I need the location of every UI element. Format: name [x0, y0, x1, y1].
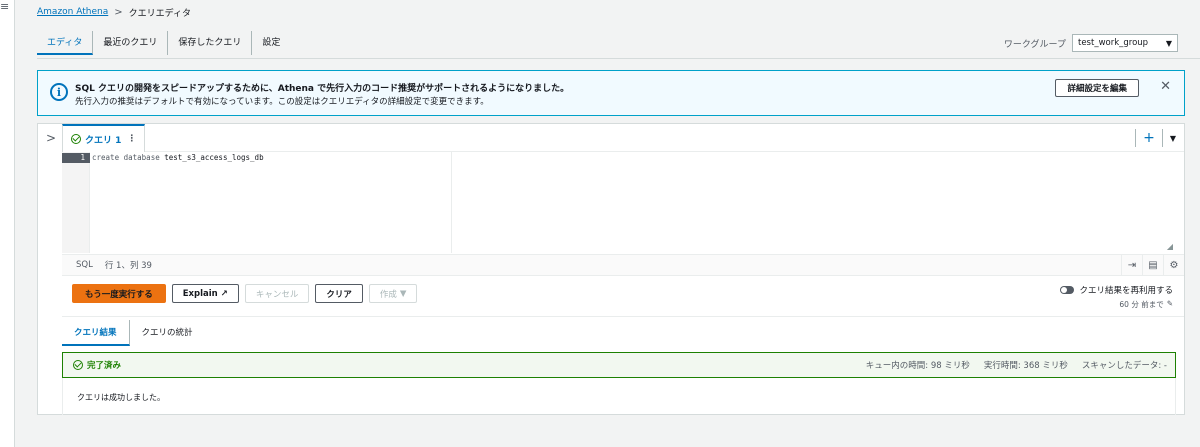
query-metrics: キュー内の時間: 98 ミリ秒 実行時間: 368 ミリ秒 スキャンしたデータ:…: [866, 359, 1167, 371]
tab-query-results[interactable]: クエリ結果: [62, 320, 130, 346]
line-number: 1: [62, 153, 90, 163]
sql-code-editor[interactable]: 1 create database test_s3_access_logs_db…: [62, 152, 1175, 253]
tab-saved-queries[interactable]: 保存したクエリ: [168, 31, 253, 55]
breadcrumb: Amazon Athena > クエリエディタ: [37, 6, 191, 19]
breadcrumb-current: クエリエディタ: [128, 8, 191, 19]
query-tab-1[interactable]: クエリ 1 ⋮: [62, 124, 146, 152]
query-tab-label: クエリ 1: [85, 135, 122, 146]
external-link-icon: ↗: [220, 288, 228, 299]
reuse-results-age: 60 分 前まで: [1119, 300, 1164, 309]
check-circle-icon: [73, 360, 83, 370]
sql-keyword: create database: [92, 153, 160, 162]
format-query-icon[interactable]: ⇥: [1121, 255, 1142, 276]
breadcrumb-root-link[interactable]: Amazon Athena: [37, 7, 108, 17]
run-time: 実行時間: 368 ミリ秒: [983, 361, 1068, 371]
data-scanned: スキャンしたデータ: -: [1081, 361, 1167, 371]
run-again-button[interactable]: もう一度実行する: [72, 284, 166, 303]
gear-icon[interactable]: ⚙: [1163, 255, 1184, 276]
editor-tool-icons: ⇥ ▤ ⚙: [1121, 255, 1184, 277]
workgroup-select[interactable]: test_work_group ▼: [1072, 34, 1178, 52]
query-status-bar: 完了済み キュー内の時間: 98 ミリ秒 実行時間: 368 ミリ秒 スキャンし…: [62, 352, 1176, 378]
main-content: Amazon Athena > クエリエディタ エディタ 最近のクエリ 保存した…: [15, 0, 1200, 447]
editor-status-bar: SQL 行 1、列 39 ⇥ ▤ ⚙: [62, 254, 1184, 276]
line-number-gutter: 1: [62, 152, 90, 253]
resize-handle-icon[interactable]: ◢: [1167, 242, 1173, 251]
main-tabs: エディタ 最近のクエリ 保存したクエリ 設定: [37, 30, 290, 56]
tab-editor[interactable]: エディタ: [37, 31, 94, 55]
queue-time: キュー内の時間: 98 ミリ秒: [865, 361, 970, 371]
clear-button[interactable]: クリア: [315, 284, 363, 303]
workgroup-label: ワークグループ: [1003, 39, 1066, 50]
query-actions: もう一度実行する Explain ↗ キャンセル クリア 作成 ▼: [72, 284, 418, 303]
sql-identifier: test_s3_access_logs_db: [164, 153, 264, 162]
explain-label: Explain: [182, 288, 218, 299]
editor-language: SQL: [76, 260, 93, 270]
add-query-tab-icon[interactable]: +: [1135, 129, 1163, 147]
result-tabs: クエリ結果 クエリの統計: [62, 320, 205, 346]
print-margin: [451, 152, 452, 253]
close-icon[interactable]: ✕: [1160, 79, 1171, 94]
info-banner: i SQL クエリの開発をスピードアップするために、Athena で先行入力のコ…: [37, 70, 1185, 116]
tabs-divider: [37, 58, 1200, 59]
tab-query-stats[interactable]: クエリの統計: [130, 320, 205, 346]
side-nav-rail: ≡: [0, 0, 15, 447]
reuse-results-label: クエリ結果を再利用する: [1079, 286, 1173, 296]
expand-sidebar-chevron-icon[interactable]: >: [46, 131, 56, 145]
info-icon: i: [50, 83, 68, 101]
reuse-results-setting: クエリ結果を再利用する 60 分 前まで ✎: [1060, 284, 1173, 310]
cancel-button[interactable]: キャンセル: [244, 284, 310, 303]
result-body: クエリは成功しました。: [62, 378, 1176, 415]
status-badge: 完了済み: [73, 359, 121, 371]
create-button[interactable]: 作成 ▼: [368, 284, 418, 303]
query-tab-actions: + ▼: [1135, 129, 1176, 147]
info-title: SQL クエリの開発をスピードアップするために、Athena で先行入力のコード…: [75, 84, 570, 94]
workgroup-selector: ワークグループ test_work_group ▼: [1004, 34, 1178, 52]
caret-down-icon: ▼: [399, 288, 407, 299]
workgroup-value: test_work_group: [1078, 38, 1149, 48]
kebab-menu-icon[interactable]: ⋮: [127, 134, 136, 144]
query-editor-panel: > クエリ 1 ⋮ + ▼ 1 create database test_s3_…: [37, 123, 1185, 415]
hamburger-menu-icon[interactable]: ≡: [0, 1, 10, 12]
results-divider: [62, 316, 1184, 317]
result-message: クエリは成功しました。: [77, 393, 165, 402]
breadcrumb-separator-icon: >: [114, 6, 123, 18]
reuse-results-toggle[interactable]: [1060, 286, 1075, 294]
info-description: 先行入力の推奨はデフォルトで有効になっています。この設定はクエリエディタの詳細設…: [75, 97, 489, 107]
check-circle-icon: [71, 134, 81, 144]
status-text: 完了済み: [87, 361, 122, 371]
tab-menu-dropdown-icon[interactable]: ▼: [1163, 134, 1176, 143]
caret-down-icon: ▼: [1165, 38, 1172, 48]
pencil-edit-icon[interactable]: ✎: [1167, 299, 1173, 310]
tab-settings[interactable]: 設定: [252, 31, 290, 55]
query-tabs-bar: クエリ 1 ⋮ + ▼: [62, 124, 1184, 152]
code-line[interactable]: create database test_s3_access_logs_db: [92, 153, 264, 163]
cursor-position: 行 1、列 39: [104, 261, 152, 271]
tab-recent-queries[interactable]: 最近のクエリ: [93, 31, 169, 55]
explain-button[interactable]: Explain ↗: [171, 284, 239, 303]
create-label: 作成: [379, 289, 397, 300]
keyboard-shortcuts-icon[interactable]: ▤: [1142, 255, 1163, 276]
edit-advanced-settings-button[interactable]: 詳細設定を編集: [1055, 79, 1139, 97]
